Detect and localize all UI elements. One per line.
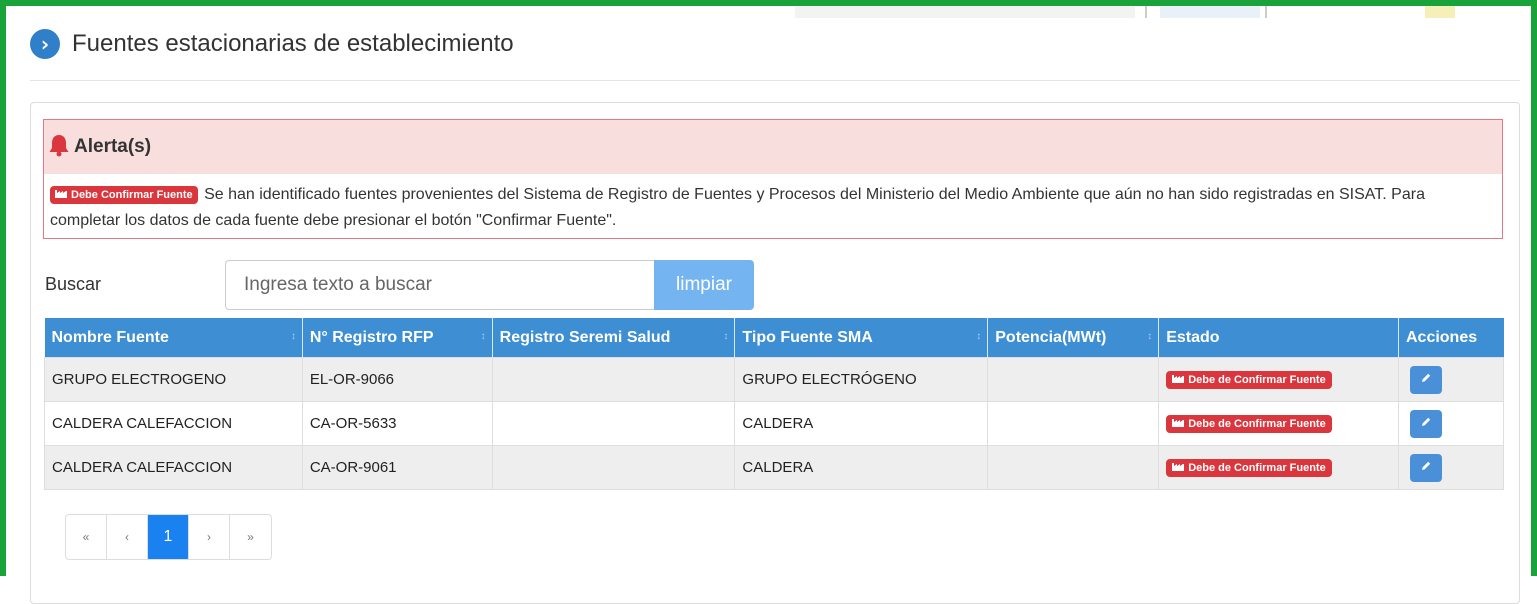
pagination-prev[interactable]: ‹ [107,515,148,559]
cell-tipo: CALDERA [734,401,989,446]
cell-nombre: CALDERA CALEFACCION [44,445,303,490]
cell-estado: Debe de Confirmar Fuente [1158,445,1399,490]
alert-body: Debe Confirmar Fuente Se han identificad… [44,174,1502,234]
cell-estado: Debe de Confirmar Fuente [1158,357,1399,402]
pagination-page-1[interactable]: 1 [148,515,189,559]
cell-potencia [987,445,1160,490]
edit-button[interactable] [1409,365,1442,394]
pencil-icon [1420,460,1432,475]
table-row: CALDERA CALEFACCION CA-OR-5633 CALDERA D… [44,401,1505,446]
cell-registro-rfp: CA-OR-9061 [301,445,493,490]
column-header-estado: Estado [1158,318,1399,358]
alert-status-text: Debe Confirmar Fuente [71,188,193,201]
pencil-icon [1420,416,1432,431]
column-header-registro-rfp[interactable]: N° Registro RFP ↕ [302,318,493,358]
sources-table: Nombre Fuente ↕ N° Registro RFP ↕ Registro… [44,318,1505,490]
page-header: › Fuentes estacionarias de establecimien… [30,28,514,60]
column-header-label: Registro Seremi Salud [499,328,671,346]
cell-nombre: GRUPO ELECTROGENO [44,357,303,402]
pagination: « ‹ 1 › » [65,514,272,560]
cell-registro-rfp: EL-OR-9066 [301,357,493,402]
alert-title: Alerta(s) [74,136,152,157]
cell-seremi [491,357,736,402]
status-badge: Debe de Confirmar Fuente [1166,370,1332,389]
column-header-label: Acciones [1405,328,1478,346]
edit-button[interactable] [1409,453,1442,482]
cell-acciones [1397,445,1505,490]
cell-acciones [1397,357,1505,402]
column-header-seremi[interactable]: Registro Seremi Salud ↕ [492,318,736,358]
cell-seremi [491,401,736,446]
table-row: GRUPO ELECTROGENO EL-OR-9066 GRUPO ELECT… [44,357,1505,402]
column-header-label: Nombre Fuente [51,328,169,346]
alert-status-label: Debe Confirmar Fuente [50,185,198,204]
clear-button[interactable]: limpiar [654,260,754,310]
cell-nombre: CALDERA CALEFACCION [44,401,303,446]
status-badge-text: Debe de Confirmar Fuente [1188,461,1326,474]
column-header-label: Potencia(MWt) [995,328,1107,346]
bell-icon [48,133,70,162]
status-badge: Debe de Confirmar Fuente [1166,414,1332,433]
alert-box: Alerta(s) Debe Confirmar Fuente Se han i… [43,119,1503,239]
search-label: Buscar [45,274,102,294]
column-header-potencia[interactable]: Potencia(MWt) ↕ [987,318,1160,358]
column-header-label: Estado [1166,328,1220,346]
cell-tipo: CALDERA [734,445,989,490]
alert-message: Se han identificado fuentes provenientes… [50,186,1425,229]
search-input[interactable] [225,260,655,310]
sort-icon: ↕ [290,331,296,342]
cropped-top-strip [795,6,1495,20]
status-badge-text: Debe de Confirmar Fuente [1188,373,1326,386]
status-badge: Debe de Confirmar Fuente [1166,458,1332,477]
pagination-next[interactable]: › [189,515,230,559]
factory-icon [1172,417,1185,430]
column-header-nombre[interactable]: Nombre Fuente ↕ [44,318,303,358]
column-header-tipo[interactable]: Tipo Fuente SMA ↕ [734,318,989,358]
status-badge-text: Debe de Confirmar Fuente [1188,417,1326,430]
cell-acciones [1397,401,1505,446]
column-header-label: Tipo Fuente SMA [742,328,873,346]
header-divider [30,80,1520,81]
cell-estado: Debe de Confirmar Fuente [1158,401,1399,446]
cell-potencia [987,401,1160,446]
sort-icon: ↕ [1147,331,1153,342]
cell-tipo: GRUPO ELECTRÓGENO [734,357,989,402]
pagination-first[interactable]: « [66,515,107,559]
factory-icon [1172,461,1185,474]
edit-button[interactable] [1409,409,1442,438]
cell-seremi [491,445,736,490]
column-header-label: N° Registro RFP [309,328,434,346]
table-header-row: Nombre Fuente ↕ N° Registro RFP ↕ Registro… [44,318,1504,358]
column-header-acciones: Acciones [1398,318,1504,358]
factory-icon [1172,373,1185,386]
sort-icon: ↕ [480,331,486,342]
table-row: CALDERA CALEFACCION CA-OR-9061 CALDERA D… [44,445,1505,490]
sort-icon: ↕ [976,331,982,342]
cell-registro-rfp: CA-OR-5633 [301,401,493,446]
alert-header: Alerta(s) [44,120,1502,174]
page-title: Fuentes estacionarias de establecimiento [72,30,514,57]
sort-icon: ↕ [723,331,729,342]
chevron-right-icon: › [30,29,60,59]
factory-icon [55,182,67,208]
pencil-icon [1420,372,1432,387]
cell-potencia [987,357,1160,402]
pagination-last[interactable]: » [230,515,271,559]
